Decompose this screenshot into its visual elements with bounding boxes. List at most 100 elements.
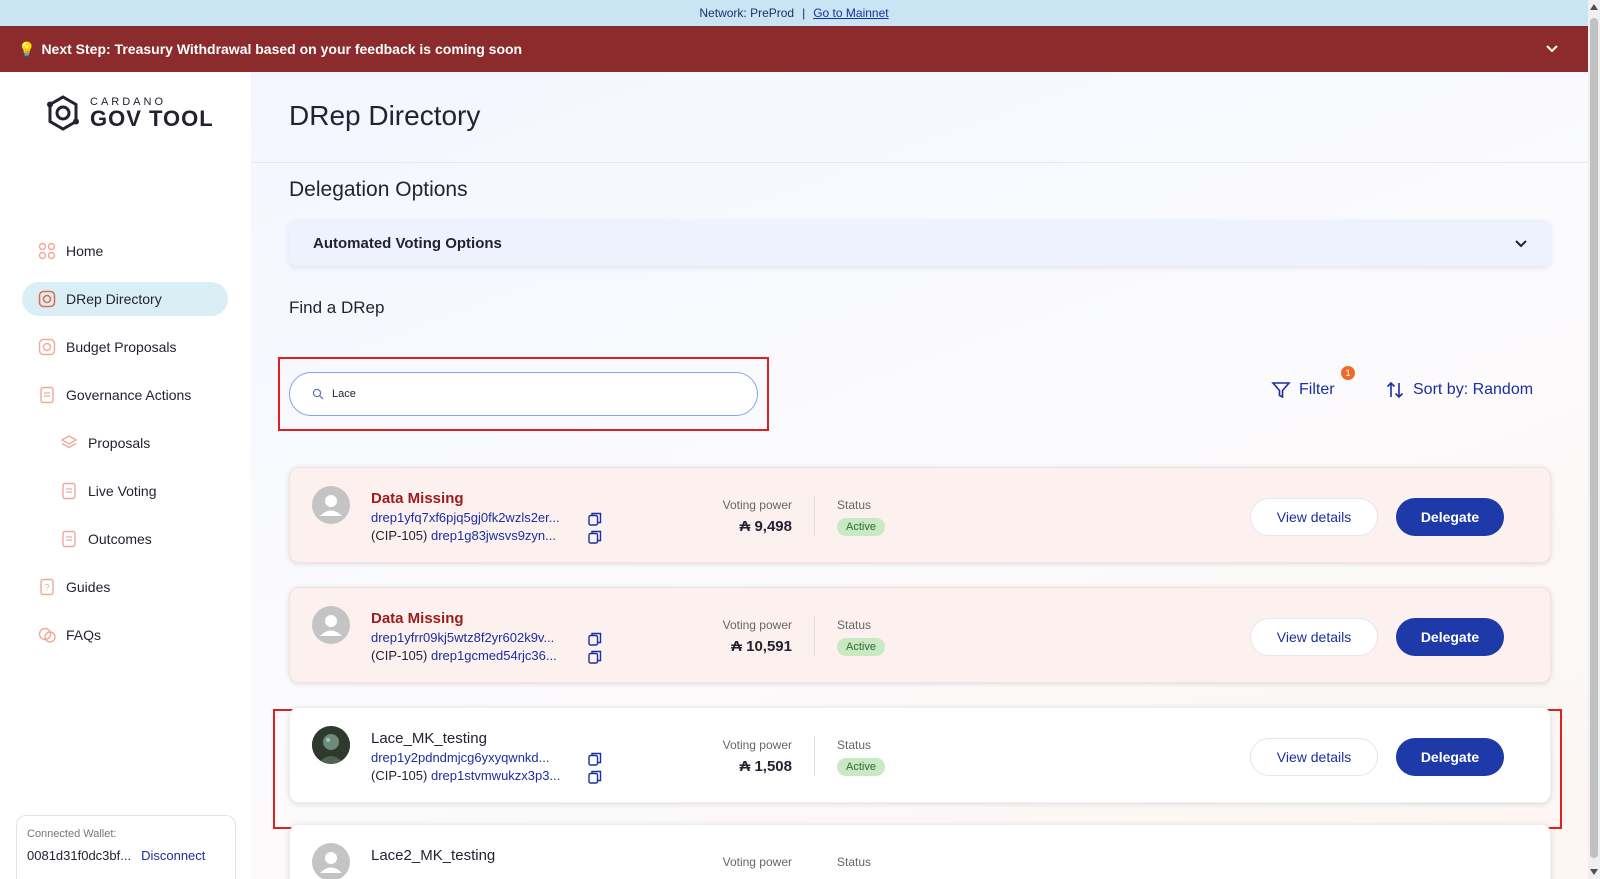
accordion-label: Automated Voting Options [313, 234, 502, 252]
drep-icon [38, 290, 56, 308]
gov-tool-logo[interactable]: CARDANO GOV TOOL [44, 94, 214, 132]
sidebar-item-label: DRep Directory [66, 291, 162, 307]
drep-card: Lace2_MK_testing Voting power Status [289, 824, 1551, 879]
scrollbar-thumb[interactable] [1590, 18, 1598, 858]
delegate-button[interactable]: Delegate [1396, 738, 1504, 776]
announcement-banner[interactable]: 💡 Next Step: Treasury Withdrawal based o… [0, 26, 1588, 72]
avatar [312, 606, 350, 644]
sidebar-item-home[interactable]: Home [22, 234, 228, 268]
disconnect-button[interactable]: Disconnect [141, 848, 205, 863]
sidebar-nav: Home DRep Directory Budget Proposals Gov… [22, 234, 228, 666]
sidebar-item-outcomes[interactable]: Outcomes [22, 522, 228, 556]
drep-cip105-id: (CIP-105) drep1gcmed54rjc36... [371, 648, 581, 663]
main-content: DRep Directory Delegation Options Automa… [251, 72, 1588, 879]
view-details-button[interactable]: View details [1250, 618, 1378, 656]
sidebar-item-governance-actions[interactable]: Governance Actions [22, 378, 228, 412]
drep-id-link[interactable]: drep1yfrr09kj5wtz8f2yr602k9v... [371, 630, 581, 645]
delegate-button[interactable]: Delegate [1396, 498, 1504, 536]
page-scrollbar[interactable] [1588, 0, 1600, 879]
guide-icon: ? [40, 578, 54, 596]
copy-icon[interactable] [588, 752, 602, 766]
network-bar: Network: PreProd | Go to Mainnet [0, 0, 1588, 26]
cip105-prefix: (CIP-105) [371, 528, 428, 543]
document-icon [62, 482, 76, 500]
drep-name: Lace_MK_testing [371, 730, 487, 747]
drep-id-link[interactable]: drep1y2pdndmjcg6yxyqwnkd... [371, 750, 581, 765]
sidebar-item-label: FAQs [66, 627, 102, 643]
sidebar-item-proposals[interactable]: Proposals [22, 426, 228, 460]
sort-button[interactable]: Sort by: Random [1385, 380, 1533, 400]
card-divider [814, 616, 815, 656]
copy-icon[interactable] [588, 512, 602, 526]
avatar [312, 843, 350, 879]
scroll-down-arrow[interactable] [1590, 869, 1598, 875]
automated-voting-options-accordion[interactable]: Automated Voting Options [289, 220, 1551, 266]
page-title: DRep Directory [289, 100, 481, 131]
go-to-mainnet-link[interactable]: Go to Mainnet [813, 6, 888, 20]
sidebar-item-label: Governance Actions [66, 387, 192, 403]
connected-wallet-panel: Connected Wallet: 0081d31f0dc3bf... Disc… [16, 815, 236, 879]
drep-cip105-id: (CIP-105) drep1stvmwukzx3p3... [371, 768, 581, 783]
cip105-prefix: (CIP-105) [371, 768, 428, 783]
network-label: Network: PreProd [699, 6, 795, 20]
drep-card: Data Missing drep1yfrr09kj5wtz8f2yr602k9… [289, 587, 1551, 683]
avatar [312, 726, 350, 764]
sidebar-item-live-voting[interactable]: Live Voting [22, 474, 228, 508]
search-input[interactable] [332, 388, 712, 400]
sidebar-item-label: Home [66, 243, 104, 259]
copy-icon[interactable] [588, 770, 602, 784]
copy-icon[interactable] [588, 632, 602, 646]
status-label: Status [837, 855, 872, 869]
sidebar-item-label: Proposals [88, 435, 151, 451]
budget-icon [38, 338, 56, 356]
banner-text: Next Step: Treasury Withdrawal based on … [41, 41, 523, 57]
search-icon [312, 388, 324, 400]
sort-icon [1386, 381, 1404, 399]
voting-power-label: Voting power [722, 498, 792, 512]
sidebar-item-guides[interactable]: ? Guides [22, 570, 228, 604]
user-placeholder-icon [320, 615, 342, 636]
sidebar-item-faqs[interactable]: FAQs [22, 618, 228, 652]
find-drep-label: Find a DRep [289, 298, 385, 317]
filter-icon [1271, 382, 1291, 399]
card-divider [814, 496, 815, 536]
filter-button[interactable]: Filter 1 [1271, 366, 1355, 400]
filter-count-badge: 1 [1341, 366, 1355, 380]
drep-id-link[interactable]: drep1yfq7xf6pjq5gj0fk2wzls2er... [371, 510, 581, 525]
view-details-button[interactable]: View details [1250, 498, 1378, 536]
sidebar-item-budget-proposals[interactable]: Budget Proposals [22, 330, 228, 364]
header-divider [251, 162, 1588, 163]
logo-line2: GOV TOOL [90, 106, 214, 131]
cip105-id-link[interactable]: drep1gcmed54rjc36... [431, 648, 557, 663]
voting-power-value: ₳ 1,508 [739, 758, 792, 775]
sidebar: CARDANO GOV TOOL Home DRep Directory Bud… [0, 72, 251, 879]
voting-power-label: Voting power [722, 855, 792, 869]
sidebar-item-drep-directory[interactable]: DRep Directory [22, 282, 228, 316]
layers-icon [60, 435, 78, 449]
drep-card: Lace_MK_testing drep1y2pdndmjcg6yxyqwnkd… [289, 707, 1551, 803]
svg-text:?: ? [44, 583, 49, 593]
view-details-button[interactable]: View details [1250, 738, 1378, 776]
cip105-prefix: (CIP-105) [371, 648, 428, 663]
wallet-label: Connected Wallet: [27, 828, 117, 840]
network-separator: | [802, 6, 806, 20]
status-label: Status [837, 738, 872, 752]
status-label: Status [837, 618, 872, 632]
filter-label: Filter [1299, 381, 1335, 398]
voting-power-value: ₳ 9,498 [739, 518, 792, 535]
drep-name: Data Missing [371, 490, 464, 507]
scroll-up-arrow[interactable] [1590, 4, 1598, 10]
delegate-button[interactable]: Delegate [1396, 618, 1504, 656]
sidebar-item-label: Live Voting [88, 483, 157, 499]
voting-power-label: Voting power [722, 738, 792, 752]
status-badge: Active [837, 638, 885, 656]
copy-icon[interactable] [588, 650, 602, 664]
sidebar-item-label: Budget Proposals [66, 339, 177, 355]
cip105-id-link[interactable]: drep1stvmwukzx3p3... [431, 768, 560, 783]
cip105-id-link[interactable]: drep1g83jwsvs9zyn... [431, 528, 556, 543]
chevron-down-icon[interactable] [1544, 40, 1560, 56]
drep-card: Data Missing drep1yfq7xf6pjq5gj0fk2wzls2… [289, 467, 1551, 563]
drep-search-box[interactable] [289, 372, 758, 416]
delegation-options-title: Delegation Options [289, 178, 468, 201]
copy-icon[interactable] [588, 530, 602, 544]
